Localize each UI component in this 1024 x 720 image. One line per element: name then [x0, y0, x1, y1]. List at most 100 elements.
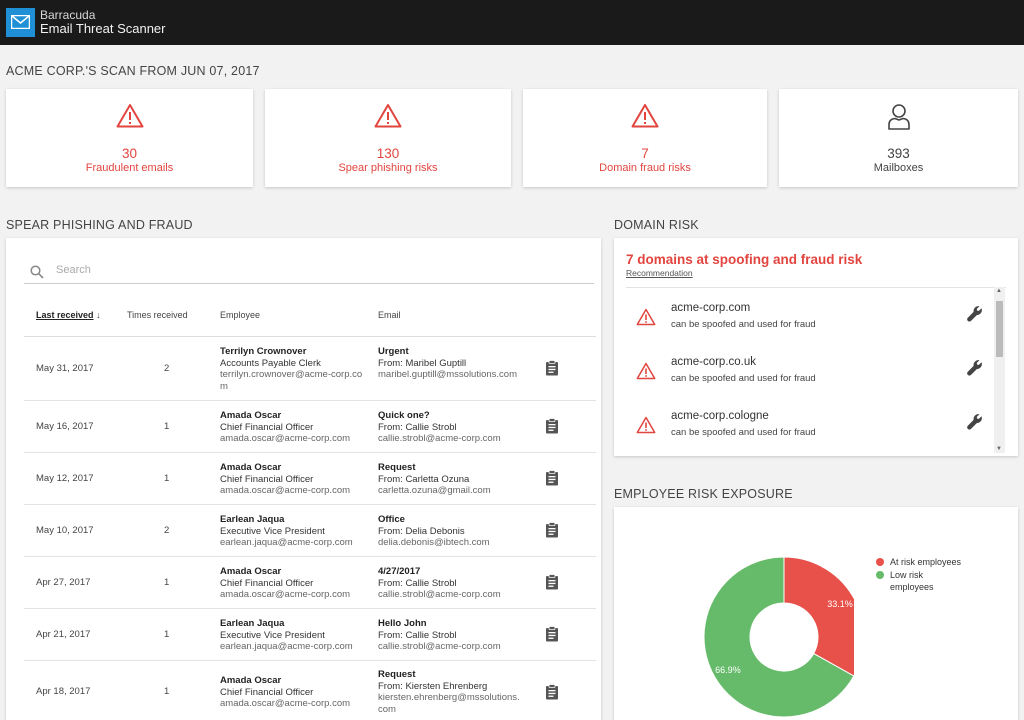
clipboard-icon[interactable]	[545, 360, 559, 379]
brand-name: Barracuda	[40, 8, 96, 22]
legend-swatch	[876, 571, 884, 579]
stat-card-spear-phishing-risks[interactable]: 130 Spear phishing risks	[265, 89, 511, 187]
row-date: May 12, 2017	[36, 473, 94, 484]
scan-heading: ACME CORP.'S SCAN FROM JUN 07, 2017	[6, 64, 260, 78]
employee-email: terrilyn.crownover@acme-corp.com	[220, 369, 363, 392]
row-employee: Amada Oscar Chief Financial Officer amad…	[220, 566, 365, 601]
domain-name: acme-corp.cologne	[671, 410, 769, 422]
stat-card-fraudulent-emails[interactable]: 30 Fraudulent emails	[6, 89, 253, 187]
column-header-times-received[interactable]: Times received	[127, 310, 188, 320]
email-from: From: Delia Debonis	[378, 525, 465, 537]
row-date: May 10, 2017	[36, 525, 94, 536]
email-subject: Office	[378, 514, 405, 525]
risk-donut-chart: 33.1% 66.9%	[703, 556, 854, 718]
domain-name: acme-corp.co.uk	[671, 356, 757, 368]
table-row[interactable]: May 16, 2017 1 Amada Oscar Chief Financi…	[24, 401, 596, 453]
row-times: 1	[164, 629, 170, 640]
donut-data-label: 33.1%	[827, 599, 853, 609]
clipboard-icon[interactable]	[545, 626, 559, 645]
employee-name: Earlean Jaqua	[220, 618, 285, 629]
row-employee: Amada Oscar Chief Financial Officer amad…	[220, 410, 365, 445]
chart-legend: At risk employees Low risk employees	[876, 556, 966, 594]
scroll-thumb[interactable]	[996, 301, 1003, 357]
clipboard-icon[interactable]	[545, 418, 559, 437]
email-from-address: kiersten.ehrenberg@mssolutions.com	[378, 692, 520, 715]
row-email: Quick one? From: Callie Strobl callie.st…	[378, 410, 523, 445]
stat-value: 7	[641, 146, 649, 161]
email-from-address: maribel.guptill@mssolutions.com	[378, 369, 517, 380]
warning-icon	[636, 308, 656, 331]
legend-item-at-risk[interactable]: At risk employees	[876, 556, 966, 568]
stat-value: 30	[121, 146, 138, 161]
table-row[interactable]: May 10, 2017 2 Earlean Jaqua Executive V…	[24, 505, 596, 557]
row-email: 4/27/2017 From: Callie Strobl callie.str…	[378, 566, 523, 601]
domain-item[interactable]: acme-corp.co.uk can be spoofed and used …	[626, 342, 1001, 396]
warning-icon	[631, 103, 659, 133]
legend-label: At risk employees	[890, 557, 962, 567]
domain-item[interactable]: acme-corp.cologne can be spoofed and use…	[626, 396, 1001, 450]
column-header-last-received[interactable]: Last received ↓	[36, 310, 101, 320]
domain-item[interactable]: acme-corp.com can be spoofed and used fo…	[626, 288, 1001, 342]
legend-label: Low risk employees	[890, 570, 934, 592]
row-date: Apr 18, 2017	[36, 686, 91, 697]
legend-item-low-risk[interactable]: Low risk employees	[876, 569, 966, 593]
email-from-address: carletta.ozuna@gmail.com	[378, 485, 491, 496]
email-from-address: callie.strobl@acme-corp.com	[378, 433, 501, 444]
domain-description: can be spoofed and used for fraud	[671, 427, 816, 438]
employee-title: Chief Financial Officer	[220, 577, 314, 589]
table-row[interactable]: Apr 27, 2017 1 Amada Oscar Chief Financi…	[24, 557, 596, 609]
scroll-up-icon[interactable]: ▲	[996, 288, 1002, 294]
recommendation-link[interactable]: Recommendation	[626, 268, 693, 278]
employee-name: Terrilyn Crownover	[220, 346, 307, 357]
email-subject: Quick one?	[378, 410, 430, 421]
employee-email: amada.oscar@acme-corp.com	[220, 433, 351, 444]
domain-risk-panel: 7 domains at spoofing and fraud risk Rec…	[614, 238, 1018, 456]
employee-name: Amada Oscar	[220, 410, 282, 421]
wrench-icon[interactable]	[966, 305, 984, 328]
stat-card-domain-fraud-risks[interactable]: 7 Domain fraud risks	[523, 89, 767, 187]
stat-label: Mailboxes	[873, 162, 924, 174]
email-from-address: callie.strobl@acme-corp.com	[378, 641, 501, 652]
search-icon	[30, 265, 44, 279]
employee-title: Executive Vice President	[220, 525, 325, 537]
table-row[interactable]: Apr 21, 2017 1 Earlean Jaqua Executive V…	[24, 609, 596, 661]
wrench-icon[interactable]	[966, 413, 984, 436]
domain-list-scrollbar[interactable]: ▲ ▼	[994, 287, 1005, 453]
stat-card-mailboxes[interactable]: 393 Mailboxes	[779, 89, 1018, 187]
user-icon	[887, 103, 911, 136]
row-date: May 16, 2017	[36, 421, 94, 432]
clipboard-icon[interactable]	[545, 574, 559, 593]
clipboard-icon[interactable]	[545, 684, 559, 703]
email-subject: Urgent	[378, 346, 409, 357]
row-times: 1	[164, 473, 170, 484]
scroll-down-icon[interactable]: ▼	[996, 446, 1002, 452]
email-subject: Hello John	[378, 618, 427, 629]
clipboard-icon[interactable]	[545, 470, 559, 489]
spear-phishing-title: SPEAR PHISHING AND FRAUD	[6, 218, 193, 232]
employee-title: Executive Vice President	[220, 629, 325, 641]
employee-email: earlean.jaqua@acme-corp.com	[220, 641, 353, 652]
clipboard-icon[interactable]	[545, 522, 559, 541]
stat-value: 393	[887, 146, 910, 161]
email-from: From: Maribel Guptill	[378, 357, 467, 369]
wrench-icon[interactable]	[966, 359, 984, 382]
column-header-email[interactable]: Email	[378, 310, 401, 320]
table-row[interactable]: May 12, 2017 1 Amada Oscar Chief Financi…	[24, 453, 596, 505]
email-from-address: callie.strobl@acme-corp.com	[378, 589, 501, 600]
warning-icon	[636, 362, 656, 385]
row-times: 1	[164, 421, 170, 432]
spear-phishing-panel: Last received ↓ Times received Employee …	[6, 238, 601, 720]
employee-risk-title: EMPLOYEE RISK EXPOSURE	[614, 487, 793, 501]
search-bar[interactable]	[24, 262, 594, 284]
table-row[interactable]: Apr 18, 2017 1 Amada Oscar Chief Financi…	[24, 661, 596, 720]
employee-email: amada.oscar@acme-corp.com	[220, 698, 351, 709]
table-row[interactable]: May 31, 2017 2 Terrilyn Crownover Accoun…	[24, 337, 596, 401]
email-from: From: Callie Strobl	[378, 577, 457, 589]
employee-title: Chief Financial Officer	[220, 686, 314, 698]
search-input[interactable]	[56, 264, 556, 276]
email-subject: 4/27/2017	[378, 566, 421, 577]
stat-label: Fraudulent emails	[85, 162, 174, 174]
column-header-employee[interactable]: Employee	[220, 310, 260, 320]
email-subject: Request	[378, 462, 416, 473]
email-from: From: Carletta Ozuna	[378, 473, 470, 485]
